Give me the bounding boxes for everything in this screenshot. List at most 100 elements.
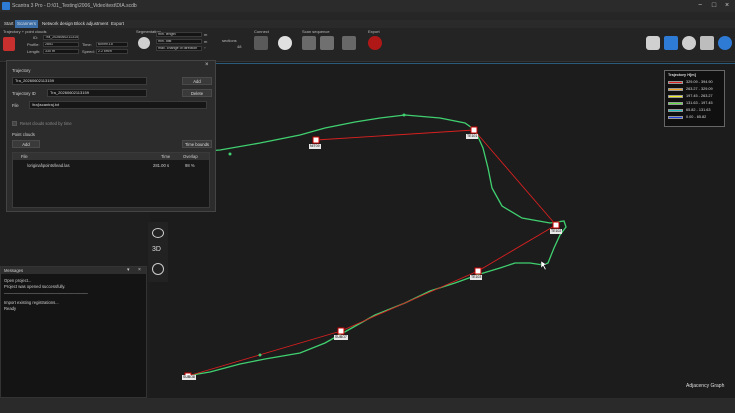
group-trajectory-label: Trajectory + point clouds [3, 29, 47, 34]
minimize-button[interactable]: − [695, 2, 705, 10]
legend-range: 0.00 - 65.82 [686, 115, 707, 119]
legend-swatch [668, 81, 683, 84]
id-label: ID: [33, 35, 39, 40]
tab-scanners[interactable]: Scanners [15, 20, 39, 28]
legend-swatch [668, 88, 683, 91]
max-change-field[interactable]: max. change of direction [156, 46, 202, 51]
dialog-close-button[interactable]: × [205, 62, 209, 68]
maximize-button[interactable]: □ [709, 2, 719, 10]
waypoint-marker [470, 126, 478, 134]
database-icon[interactable] [646, 36, 660, 50]
window-title: Scantra 3 Pro - D:\01_Testing\2006_Video… [12, 3, 137, 9]
close-button[interactable]: × [722, 2, 732, 10]
message-line: Import existing registrations... [4, 300, 59, 305]
settings-gear-icon[interactable] [682, 36, 696, 50]
add-trajectory-button[interactable]: Add [182, 77, 212, 85]
point-clouds-table: File Time Overlap \original\points\lead.… [12, 152, 210, 208]
profile-field[interactable]: 2851 [43, 42, 79, 47]
tab-network-design[interactable]: Network design [42, 20, 73, 28]
quick-access-bar [0, 12, 735, 20]
column-header-file[interactable]: File [21, 154, 28, 159]
time-field[interactable]: 60x99.15 [96, 42, 128, 47]
trajectory-icon[interactable] [3, 37, 15, 51]
id-field[interactable]: Tra_20260602113159 [43, 35, 79, 40]
adjacency-graph-canvas [150, 63, 735, 380]
trajectory-node [402, 113, 406, 117]
scan-sequence-2-icon[interactable] [320, 36, 334, 50]
speed-field[interactable]: 2.2 km/h [96, 49, 128, 54]
legend-range: 131.63 - 197.45 [686, 101, 713, 105]
sections-label: sections [222, 38, 237, 43]
column-header-overlap[interactable]: Overlap [183, 154, 198, 159]
messages-title: Messages [4, 268, 24, 273]
legend-swatch [668, 102, 683, 105]
3d-viewport[interactable]: NIT09 TE101 TE102 TE103 SUBO7 SUBO8 Adja… [150, 63, 735, 398]
trajectory-dialog: × Trajectory Tra_20260602113159 Add Traj… [6, 60, 216, 212]
report-icon[interactable] [700, 36, 714, 50]
scan-sequence-1-icon[interactable] [302, 36, 316, 50]
connect-icon[interactable] [254, 36, 268, 50]
waypoint-label: TE101 [466, 134, 479, 139]
time-bounds-button[interactable]: Time bounds [182, 140, 212, 148]
profile-label: Profile: [27, 42, 40, 47]
connection-line [315, 129, 475, 141]
reset-checkbox[interactable] [12, 121, 17, 126]
tab-export[interactable]: Export [111, 20, 124, 28]
trajectory-section-label: Trajectory [12, 68, 31, 73]
legend-swatch [668, 109, 683, 112]
file-label: File [12, 103, 19, 108]
view-tools: 3D [148, 222, 168, 282]
panel-pin-icon[interactable]: ▾ [127, 267, 130, 273]
max-change-unit: ° [204, 46, 206, 51]
time-label: Time: [82, 42, 92, 47]
waypoint-marker [312, 136, 320, 144]
min-dist-field[interactable]: min. dist [156, 39, 202, 44]
segmentation-icon[interactable] [138, 37, 150, 49]
trajectory-id-label: Trajectory ID [12, 91, 36, 96]
ribbon: Trajectory + point clouds ID: Tra_202606… [0, 28, 735, 62]
speed-label: Speed: [82, 49, 95, 54]
trajectory-node [228, 152, 232, 156]
length-field[interactable]: 330 m [43, 49, 79, 54]
legend-range: 197.45 - 263.27 [686, 94, 713, 98]
table-header [13, 153, 209, 160]
reset-checkbox-label: Reset clouds sorted by time [20, 121, 72, 126]
tab-block-adjustment[interactable]: Block adjustment [74, 20, 108, 28]
graph-view-icon[interactable] [664, 36, 678, 50]
waypoint-marker [552, 221, 560, 229]
connect-pie-icon[interactable] [278, 36, 292, 50]
legend-swatch [668, 95, 683, 98]
rotate-view-icon[interactable] [152, 263, 164, 275]
mouse-cursor-icon [540, 260, 548, 271]
trajectory-node [258, 353, 262, 357]
legend-range: 329.09 - 394.90 [686, 80, 713, 84]
table-cell-time: 281.00 s [153, 163, 170, 168]
app-icon [2, 2, 10, 10]
waypoint-label: TE103 [470, 275, 483, 280]
scan-sequence-3-icon[interactable] [342, 36, 356, 50]
view-3d-button[interactable]: 3D [152, 246, 161, 253]
message-line: ____________________________________ [4, 289, 88, 294]
trajectory-select[interactable]: Tra_20260602113159 [12, 77, 147, 85]
waypoint-marker [474, 267, 482, 275]
title-bar: Scantra 3 Pro - D:\01_Testing\2006_Video… [0, 0, 735, 12]
legend-swatch [668, 116, 683, 119]
min-length-unit: m [204, 32, 208, 37]
column-header-time[interactable]: Time [161, 154, 170, 159]
delete-trajectory-button[interactable]: Delete [182, 89, 212, 97]
sections-value: 48 [237, 44, 242, 49]
connection-line [187, 330, 342, 377]
info-icon[interactable] [718, 36, 732, 50]
add-point-cloud-button[interactable]: Add [12, 140, 40, 148]
panel-close-icon[interactable]: × [138, 267, 141, 273]
visibility-eye-icon[interactable] [152, 228, 164, 238]
trajectory-id-field[interactable]: Tra_20260602113159 [47, 89, 147, 97]
tab-start[interactable]: Start [4, 20, 14, 28]
min-length-field[interactable]: min. length [156, 32, 202, 37]
table-cell-file[interactable]: \original\points\lead.las [27, 163, 70, 168]
connection-line [473, 129, 557, 226]
legend-range: 263.27 - 329.09 [686, 87, 713, 91]
export-icon[interactable] [368, 36, 382, 50]
waypoint-label: SUBO7 [334, 335, 348, 340]
trajectory-file-field[interactable]: \traj\scantraj.txt [29, 101, 207, 109]
